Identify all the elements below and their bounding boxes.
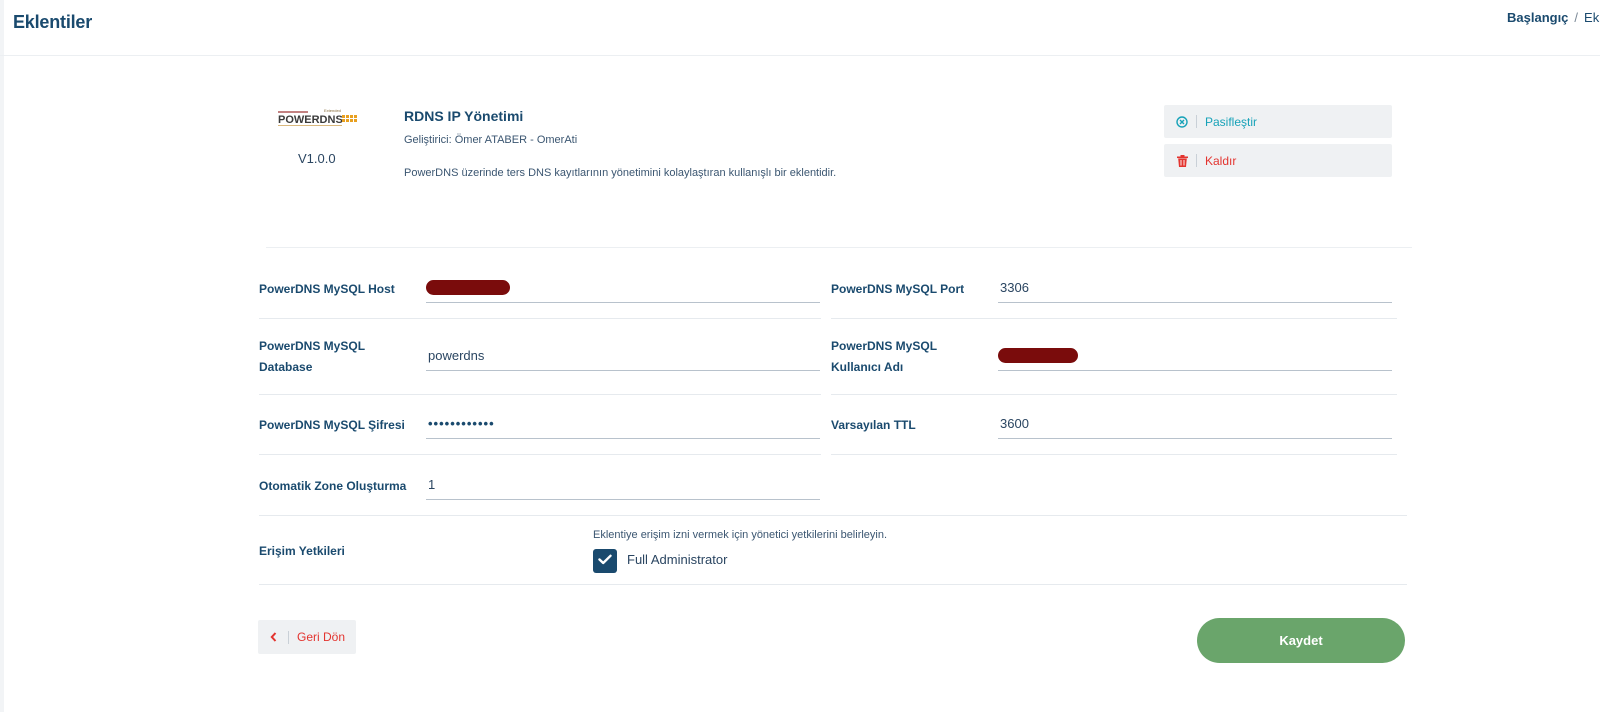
header-divider <box>266 247 1412 248</box>
database-label: PowerDNS MySQL Database <box>259 336 365 378</box>
port-input[interactable]: 3306 <box>998 273 1392 303</box>
chevron-left-icon <box>258 632 288 642</box>
breadcrumb-separator: / <box>1574 10 1579 25</box>
row-divider <box>831 318 1397 319</box>
username-label-line2: Kullanıcı Adı <box>831 360 904 374</box>
row-divider <box>831 454 1397 455</box>
password-value: •••••••••••• <box>428 416 495 431</box>
host-input[interactable] <box>426 273 820 303</box>
auto-zone-value: 1 <box>428 477 436 492</box>
plugin-developer: Geliştirici: Ömer ATABER - OmerAti <box>404 134 578 146</box>
powerdns-logo: Extended POWERDNS <box>278 107 360 131</box>
auto-zone-input[interactable]: 1 <box>426 470 820 500</box>
port-value: 3306 <box>1000 280 1029 295</box>
top-bar: Eklentiler Başlangıç / Ek <box>0 0 1600 56</box>
permissions-hint: Eklentiye erişim izni vermek için yöneti… <box>593 529 888 541</box>
breadcrumb-current: Ek <box>1584 10 1600 25</box>
permissions-label: Erişim Yetkileri <box>259 544 345 558</box>
back-button[interactable]: Geri Dön <box>258 620 356 654</box>
row-divider <box>259 394 821 395</box>
remove-label: Kaldır <box>1205 153 1237 168</box>
row-divider <box>259 318 821 319</box>
password-label: PowerDNS MySQL Şifresi <box>259 418 405 432</box>
auto-zone-label: Otomatik Zone Oluşturma <box>259 479 407 493</box>
breadcrumb: Başlangıç / Ek <box>1507 10 1599 25</box>
deactivate-button[interactable]: Pasifleştir <box>1164 105 1392 138</box>
plugin-version: V1.0.0 <box>298 151 336 166</box>
button-separator <box>1196 154 1197 167</box>
ttl-label: Varsayılan TTL <box>831 418 916 432</box>
button-separator <box>288 630 289 644</box>
trash-icon <box>1168 154 1196 167</box>
port-label: PowerDNS MySQL Port <box>831 282 965 296</box>
row-divider <box>259 584 1407 585</box>
database-label-line1: PowerDNS MySQL <box>259 339 366 353</box>
button-separator <box>1196 115 1197 128</box>
left-edge-strip <box>0 0 4 712</box>
back-label: Geri Dön <box>297 630 346 644</box>
redacted-value <box>998 348 1078 363</box>
full-administrator-label[interactable]: Full Administrator <box>627 552 727 567</box>
row-divider <box>831 394 1397 395</box>
database-input[interactable]: powerdns <box>426 341 820 371</box>
database-value: powerdns <box>428 348 485 363</box>
full-administrator-checkbox[interactable] <box>593 549 617 573</box>
svg-text:POWERDNS: POWERDNS <box>278 114 343 126</box>
username-label: PowerDNS MySQL Kullanıcı Adı <box>831 336 937 378</box>
circle-x-icon <box>1168 115 1196 128</box>
row-divider <box>259 454 821 455</box>
ttl-input[interactable]: 3600 <box>998 409 1392 439</box>
host-label: PowerDNS MySQL Host <box>259 282 395 296</box>
password-input[interactable]: •••••••••••• <box>426 409 820 439</box>
plugin-name: RDNS IP Yönetimi <box>404 108 524 124</box>
redacted-value <box>426 280 510 295</box>
save-button[interactable]: Kaydet <box>1197 618 1405 663</box>
database-label-line2: Database <box>259 360 313 374</box>
ttl-value: 3600 <box>1000 416 1029 431</box>
remove-button[interactable]: Kaldır <box>1164 144 1392 177</box>
svg-text:Extended: Extended <box>324 108 341 113</box>
checkmark-icon <box>598 552 612 570</box>
deactivate-label: Pasifleştir <box>1205 114 1258 129</box>
page-title: Eklentiler <box>13 12 93 32</box>
username-input[interactable] <box>998 341 1392 371</box>
breadcrumb-home-link[interactable]: Başlangıç <box>1507 10 1568 25</box>
plugin-description: PowerDNS üzerinde ters DNS kayıtlarının … <box>404 167 837 179</box>
username-label-line1: PowerDNS MySQL <box>831 339 938 353</box>
row-divider <box>259 515 1407 516</box>
